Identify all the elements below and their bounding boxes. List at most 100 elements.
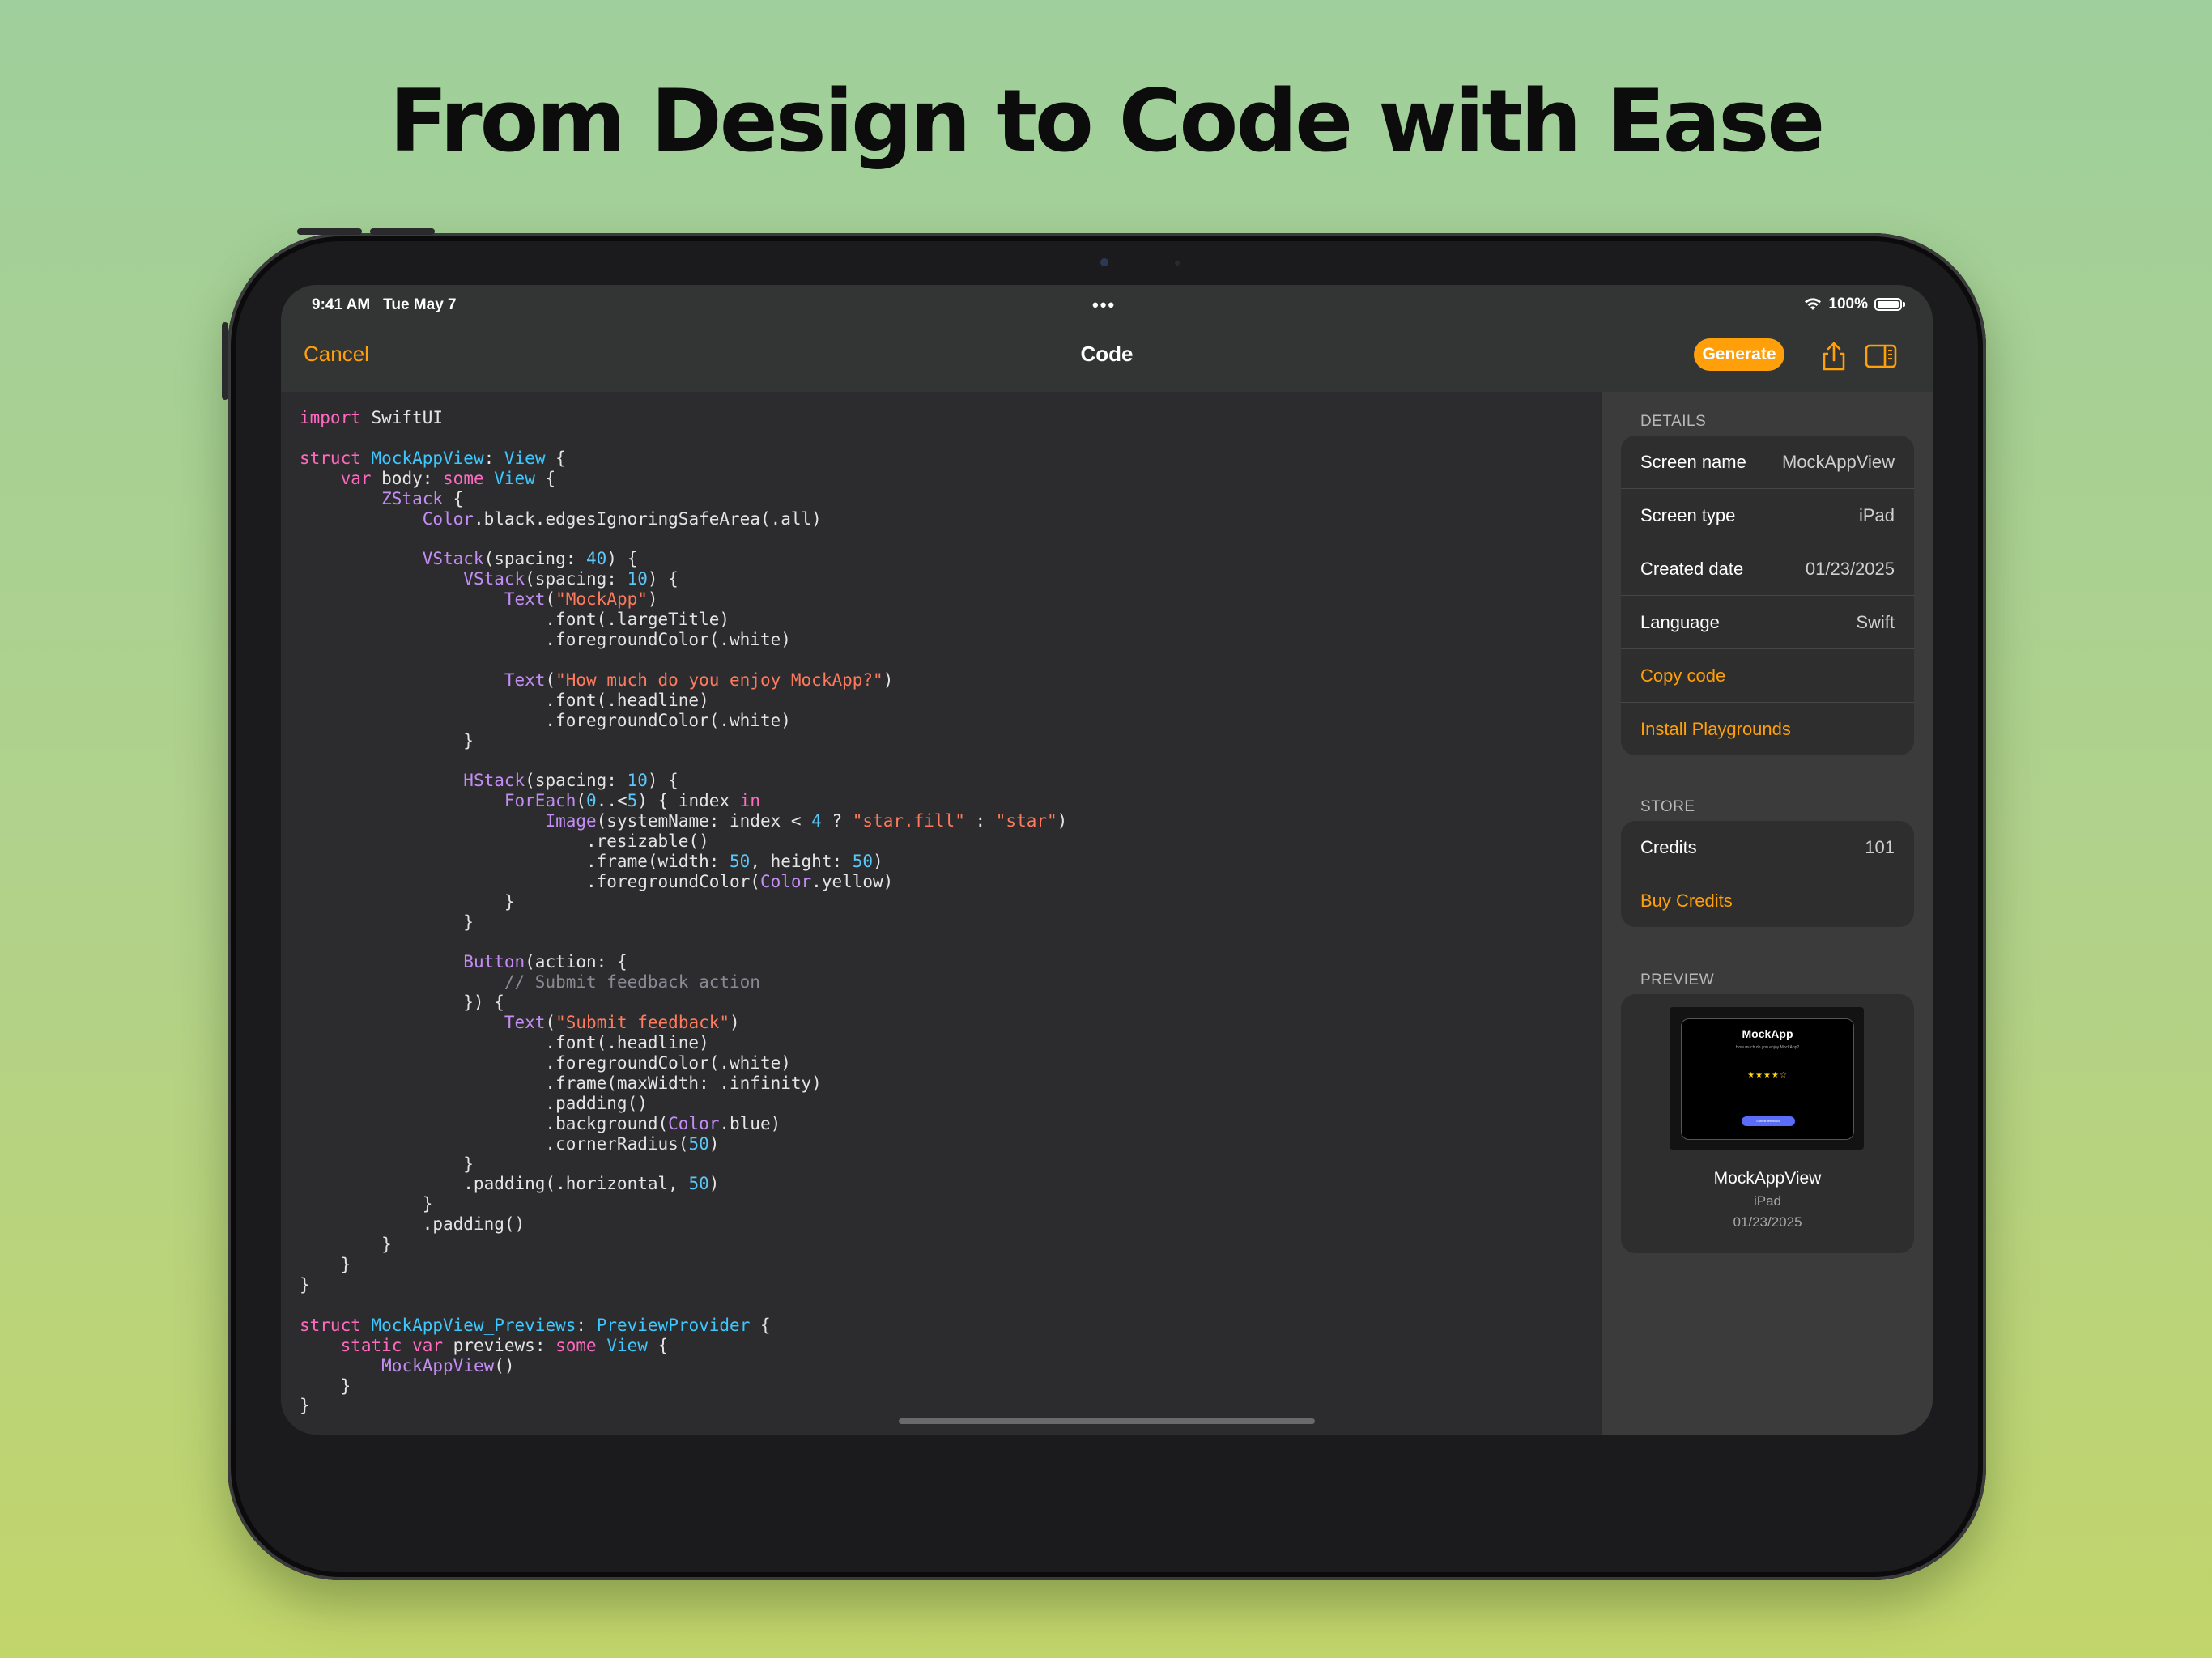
multitasking-dots[interactable]: ••• [1092, 295, 1116, 316]
sidebar-toggle-icon[interactable] [1863, 338, 1899, 374]
code-line: Text("How much do you enjoy MockApp?") [300, 670, 893, 690]
code-line: } [300, 1396, 310, 1415]
code-token: ) [873, 851, 883, 871]
code-block[interactable]: import SwiftUI struct MockAppView: View … [281, 392, 1601, 1416]
code-token: in [739, 791, 761, 811]
code-token: } [300, 891, 515, 912]
install-playgrounds-button[interactable]: Install Playgrounds [1621, 703, 1914, 755]
preview-thumbnail[interactable]: MockApp How much do you enjoy MockApp? ★… [1670, 1007, 1864, 1150]
store-group: Credits 101 Buy Credits [1621, 821, 1914, 927]
code-token: ( [545, 670, 556, 690]
code-token: Button [463, 952, 525, 972]
code-token: (spacing: [525, 771, 627, 791]
code-token: : [483, 448, 504, 468]
code-line: import SwiftUI [300, 408, 443, 427]
code-token: ) [883, 670, 894, 690]
code-line: } [300, 912, 474, 932]
status-right: 100% [1804, 295, 1905, 313]
home-indicator[interactable] [899, 1418, 1315, 1424]
code-token: } [300, 730, 474, 750]
detail-key: Language [1640, 612, 1720, 632]
code-token: "star" [995, 811, 1057, 831]
code-token: ) { index [637, 791, 740, 811]
code-line: .padding(.horizontal, 50) [300, 1174, 719, 1193]
code-token: ..< [596, 791, 627, 811]
detail-key: Created date [1640, 559, 1744, 579]
camera-bar [972, 253, 1240, 272]
code-token: ) { [647, 771, 678, 791]
code-token: 50 [688, 1133, 709, 1154]
code-token: ( [545, 589, 556, 610]
code-token: body: [371, 468, 444, 488]
code-token: : [964, 811, 996, 831]
detail-value: MockAppView [1782, 452, 1895, 472]
status-bar: 9:41 AM Tue May 7 ••• 100% [281, 285, 1933, 324]
credits-value: 101 [1865, 837, 1895, 857]
code-token: : [576, 1315, 597, 1335]
code-token: some [443, 468, 484, 488]
code-token: .foregroundColor(.white) [300, 1053, 791, 1073]
code-line: ZStack { [300, 489, 463, 508]
ipad-frame: 9:41 AM Tue May 7 ••• 100% Cancel Code G… [222, 228, 1986, 1580]
code-line: .foregroundColor(Color.yellow) [300, 872, 893, 891]
code-token: 40 [586, 549, 607, 569]
code-token: ? [821, 811, 853, 831]
code-line: static var previews: some View { [300, 1335, 669, 1355]
code-line: Text("MockApp") [300, 589, 658, 609]
preview-card[interactable]: MockApp How much do you enjoy MockApp? ★… [1621, 994, 1914, 1253]
thumbnail-title: MockApp [1742, 1027, 1793, 1040]
code-line: Image(systemName: index < 4 ? "star.fill… [300, 811, 1067, 831]
code-token: }) { [300, 993, 504, 1013]
buy-credits-button[interactable]: Buy Credits [1621, 874, 1914, 927]
share-icon[interactable] [1816, 338, 1852, 374]
code-token: { [443, 488, 464, 508]
code-token: ) [708, 1133, 720, 1154]
code-token: View [606, 1335, 648, 1355]
code-token: "MockApp" [555, 589, 648, 610]
navigation-bar: Cancel Code Generate [281, 324, 1933, 393]
code-line: MockAppView() [300, 1356, 514, 1375]
battery-percent: 100% [1828, 295, 1868, 312]
code-token: // Submit feedback action [504, 972, 760, 993]
code-token: .yellow) [811, 871, 894, 891]
copy-code-button[interactable]: Copy code [1621, 649, 1914, 703]
code-token: "How much do you enjoy MockApp?" [555, 670, 883, 690]
code-token: .blue) [719, 1113, 781, 1133]
code-token: .font(.headline) [300, 690, 709, 710]
code-token: previews: [443, 1335, 556, 1355]
code-editor[interactable]: import SwiftUI struct MockAppView: View … [281, 392, 1601, 1435]
code-line: } [300, 1275, 310, 1295]
code-token: } [300, 1154, 474, 1174]
code-token: struct [300, 448, 361, 468]
code-line: .foregroundColor(.white) [300, 630, 790, 649]
code-token: ) [708, 1174, 720, 1194]
volume-button [297, 228, 362, 235]
code-token: .frame(maxWidth: .infinity) [300, 1073, 822, 1093]
code-token: .font(.headline) [300, 1033, 709, 1053]
code-token: MockAppView [371, 448, 484, 468]
app-screen: 9:41 AM Tue May 7 ••• 100% Cancel Code G… [281, 285, 1933, 1435]
store-section-label: STORE [1640, 798, 1695, 815]
code-token: View [494, 468, 535, 488]
code-token: 50 [688, 1174, 709, 1194]
detail-key: Screen type [1640, 505, 1736, 525]
headline: From Design to Code with Ease [389, 71, 1826, 171]
code-token: "Submit feedback" [555, 1013, 730, 1033]
code-line: } [300, 892, 515, 912]
generate-button[interactable]: Generate [1694, 338, 1784, 371]
code-line: .frame(maxWidth: .infinity) [300, 1073, 822, 1093]
detail-value: 01/23/2025 [1805, 559, 1895, 579]
